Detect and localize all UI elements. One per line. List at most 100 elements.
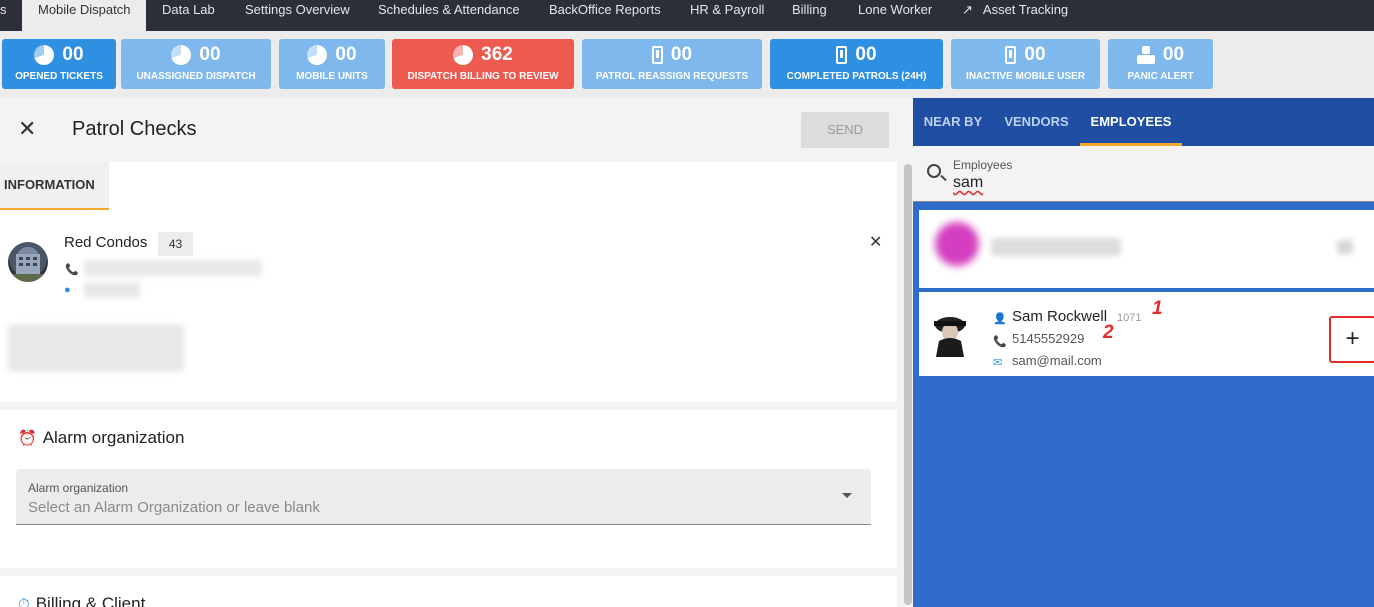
add-employee-button[interactable]: + — [1329, 316, 1374, 363]
stat-mobile-units[interactable]: 00 MOBILE UNITS — [279, 39, 385, 89]
close-icon[interactable]: ✕ — [18, 118, 36, 140]
email-icon: ✉ — [993, 357, 1003, 369]
stat-value: 00 — [1162, 44, 1185, 65]
stat-completed-patrols[interactable]: 00 COMPLETED PATROLS (24H) — [770, 39, 943, 89]
pie-chart-icon — [34, 45, 55, 65]
nav-tab-settings-overview[interactable]: Settings Overview — [245, 0, 350, 31]
stat-dispatch-billing-review[interactable]: 362 DISPATCH BILLING TO REVIEW — [392, 39, 574, 89]
tab-employees[interactable]: EMPLOYEES — [1080, 98, 1182, 146]
stat-label: OPENED TICKETS — [15, 71, 103, 82]
stat-label: UNASSIGNED DISPATCH — [136, 71, 256, 82]
stat-opened-tickets[interactable]: 00 OPENED TICKETS — [2, 39, 116, 89]
nav-tab-mobile-dispatch[interactable]: Mobile Dispatch — [22, 0, 146, 31]
alarm-organization-select[interactable]: Alarm organization Select an Alarm Organ… — [16, 469, 871, 525]
top-navigation: s Mobile Dispatch Data Lab Settings Over… — [0, 0, 1374, 31]
client-avatar — [8, 242, 48, 282]
stat-unassigned-dispatch[interactable]: 00 UNASSIGNED DISPATCH — [121, 39, 271, 89]
redacted-name — [991, 238, 1121, 256]
nav-tab-data-lab[interactable]: Data Lab — [162, 0, 215, 31]
stat-value: 00 — [855, 44, 877, 65]
pie-chart-icon — [453, 45, 474, 65]
stat-label: PATROL REASSIGN REQUESTS — [595, 71, 749, 82]
alarm-field-label: Alarm organization — [28, 481, 129, 495]
nav-tab-asset-tracking[interactable]: ↗ Asset Tracking — [962, 0, 1068, 31]
pie-chart-icon — [171, 45, 192, 65]
search-label: Employees — [953, 158, 1013, 172]
globe-icon: ● — [64, 284, 71, 296]
stat-label: DISPATCH BILLING TO REVIEW — [407, 71, 559, 82]
redacted-phone — [84, 260, 262, 276]
stat-value: 00 — [62, 44, 84, 65]
redacted-action — [1337, 240, 1353, 254]
stat-label: MOBILE UNITS — [296, 71, 368, 82]
stat-inactive-mobile-user[interactable]: 00 INACTIVE MOBILE USER — [951, 39, 1100, 89]
stat-value: 00 — [670, 44, 693, 65]
stat-patrol-reassign-requests[interactable]: 00 PATROL REASSIGN REQUESTS — [582, 39, 762, 89]
employees-panel: NEAR BY VENDORS EMPLOYEES Employees sam … — [913, 98, 1374, 607]
nav-tab-schedules-attendance[interactable]: Schedules & Attendance — [378, 0, 520, 31]
tab-information[interactable]: INFORMATION — [0, 162, 109, 210]
alarm-section-title-text: Alarm organization — [42, 428, 185, 447]
client-name: Red Condos — [64, 234, 148, 251]
alarm-clock-icon: ⏰ — [18, 430, 37, 447]
mobile-phone-icon — [651, 46, 663, 64]
pie-chart-icon — [307, 45, 328, 65]
divider — [0, 402, 897, 410]
person-icon: 👤 — [993, 313, 1007, 325]
scrollbar-thumb[interactable] — [904, 164, 912, 605]
tab-vendors[interactable]: VENDORS — [993, 98, 1080, 146]
billing-section-title: ⏱ Billing & Client — [18, 594, 145, 607]
redacted-website — [84, 282, 140, 298]
arrow-up-right-icon: ↗ — [962, 2, 973, 17]
stat-panic-alert[interactable]: 00 PANIC ALERT — [1108, 39, 1213, 89]
alarm-section-title: ⏰ Alarm organization — [18, 428, 184, 448]
employee-photo — [934, 317, 966, 357]
employee-search-field[interactable]: Employees sam — [913, 146, 1374, 202]
client-close-icon[interactable]: ✕ — [869, 232, 882, 252]
client-badge: 43 — [158, 232, 193, 256]
phone-icon: 📞 — [65, 264, 79, 276]
employee-id: 1071 — [1117, 312, 1142, 324]
nav-tab-billing[interactable]: Billing — [792, 0, 827, 31]
send-button[interactable]: SEND — [801, 112, 889, 148]
employee-card[interactable]: 👤 Sam Rockwell 1071 1 📞 5145552929 2 ✉ s… — [919, 292, 1374, 376]
scrollbar[interactable] — [901, 162, 913, 607]
stat-value: 00 — [1024, 44, 1046, 65]
stat-value: 00 — [199, 44, 221, 65]
divider — [0, 568, 897, 576]
panel-content: INFORMATION Red Condos 43 ✕ 📞 ● ⏰ Alarm o… — [0, 162, 897, 607]
panel-header: ✕ Patrol Checks SEND — [0, 98, 913, 162]
nav-tab-partial[interactable]: s — [0, 0, 22, 31]
stat-label: PANIC ALERT — [1127, 71, 1194, 82]
nav-tab-hr-payroll[interactable]: HR & Payroll — [690, 0, 764, 31]
stat-value: 362 — [481, 44, 513, 65]
search-input[interactable]: sam — [953, 174, 983, 192]
annotation-marker: 2 — [1103, 322, 1114, 343]
panic-icon — [1136, 46, 1155, 64]
panel-tabs: NEAR BY VENDORS EMPLOYEES — [913, 98, 1374, 146]
stat-value: 00 — [335, 44, 357, 65]
avatar — [935, 222, 979, 266]
annotation-marker: 1 — [1152, 298, 1163, 319]
timer-icon: ⏱ — [18, 596, 30, 607]
nav-tab-backoffice-reports[interactable]: BackOffice Reports — [549, 0, 661, 31]
employee-name: Sam Rockwell — [1012, 308, 1108, 325]
employee-email: sam@mail.com — [1012, 353, 1102, 368]
employee-card-redacted[interactable] — [919, 210, 1374, 288]
nav-tab-lone-worker[interactable]: Lone Worker — [858, 0, 932, 31]
billing-section-title-text: Billing & Client — [35, 594, 146, 607]
alarm-field-placeholder: Select an Alarm Organization or leave bl… — [28, 499, 320, 516]
stats-bar: 00 OPENED TICKETS 00 UNASSIGNED DISPATCH… — [0, 31, 1374, 98]
chevron-down-icon — [842, 493, 852, 498]
patrol-checks-panel: ✕ Patrol Checks SEND INFORMATION Red Con… — [0, 98, 913, 607]
stat-label: COMPLETED PATROLS (24H) — [786, 71, 927, 82]
employee-phone: 5145552929 — [1012, 331, 1085, 346]
tab-near-by[interactable]: NEAR BY — [913, 98, 993, 146]
stat-label: INACTIVE MOBILE USER — [966, 71, 1085, 82]
mobile-phone-icon — [836, 46, 848, 64]
avatar — [931, 313, 969, 357]
nav-tab-asset-tracking-label: Asset Tracking — [982, 2, 1069, 17]
phone-icon: 📞 — [993, 336, 1007, 348]
building-icon — [8, 254, 48, 282]
page-title: Patrol Checks — [72, 118, 197, 140]
